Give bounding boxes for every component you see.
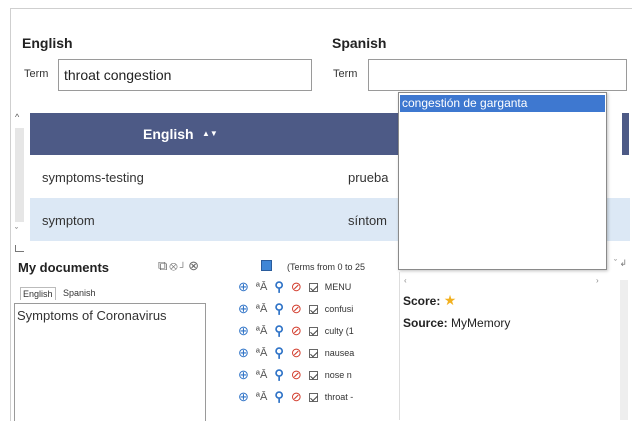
row-english: symptoms-testing bbox=[42, 170, 144, 185]
row-spanish: prueba bbox=[348, 170, 389, 185]
english-title: English bbox=[22, 35, 73, 51]
block-icon[interactable]: ⊘ bbox=[291, 279, 302, 295]
checkbox[interactable] bbox=[308, 282, 318, 292]
tab-spanish[interactable]: Spanish bbox=[63, 288, 96, 298]
term-rows: ⊕ ªĀ ⚲ ⊘ MENU ⊕ ªĀ ⚲ ⊘ confusi ⊕ ªĀ ⚲ ⊘ culty (1 ⊕ ªĀ… bbox=[238, 276, 400, 408]
language-icon[interactable]: ªĀ bbox=[256, 281, 267, 293]
source-value: MyMemory bbox=[451, 316, 511, 330]
autocomplete-dropdown[interactable]: congestión de garganta bbox=[398, 92, 607, 270]
row-spanish: síntom bbox=[348, 213, 388, 228]
source-label: Source: bbox=[403, 316, 448, 330]
resize-handle[interactable] bbox=[15, 245, 24, 252]
checkbox[interactable] bbox=[308, 392, 318, 402]
add-icon[interactable]: ⊕ bbox=[238, 323, 249, 339]
checkbox[interactable] bbox=[308, 370, 318, 380]
save-icon[interactable] bbox=[261, 260, 272, 271]
term-row[interactable]: ⊕ ªĀ ⚲ ⊘ throat - bbox=[238, 386, 400, 408]
spanish-term-input[interactable] bbox=[368, 59, 627, 91]
checkbox[interactable] bbox=[308, 326, 318, 336]
block-icon[interactable]: ⊘ bbox=[291, 323, 302, 339]
search-icon[interactable]: ⚲ bbox=[274, 279, 284, 295]
close-circle-icon[interactable]: ⊗ bbox=[169, 258, 179, 273]
scroll-down-arrow[interactable]: ˇ bbox=[15, 226, 18, 236]
add-icon[interactable]: ⊕ bbox=[238, 301, 249, 317]
add-icon[interactable]: ⊕ bbox=[238, 345, 249, 361]
autocomplete-item[interactable]: congestión de garganta bbox=[400, 95, 605, 112]
spanish-title: Spanish bbox=[332, 35, 387, 51]
scroll-up-arrow[interactable]: ^ bbox=[15, 112, 19, 122]
doc-tools: ⧉⊗┘⊗ bbox=[158, 258, 201, 274]
english-term-label: Term bbox=[24, 68, 49, 80]
checkbox[interactable] bbox=[308, 304, 318, 314]
dropdown-scroll-icon[interactable]: ˇ ↲ bbox=[614, 258, 627, 269]
search-icon[interactable]: ⚲ bbox=[274, 367, 284, 383]
language-icon[interactable]: ªĀ bbox=[256, 391, 267, 403]
term-row[interactable]: ⊕ ªĀ ⚲ ⊘ confusi bbox=[238, 298, 400, 320]
score-label: Score: bbox=[403, 294, 441, 308]
close-circle-icon-2[interactable]: ⊗ bbox=[188, 258, 201, 273]
grid-header-edge bbox=[622, 113, 629, 155]
spanish-term-label: Term bbox=[333, 68, 358, 80]
add-icon[interactable]: ⊕ bbox=[238, 279, 249, 295]
checkbox[interactable] bbox=[308, 348, 318, 358]
detail-scroll-left[interactable]: ‹ bbox=[404, 276, 407, 285]
add-icon[interactable]: ⊕ bbox=[238, 389, 249, 405]
block-icon[interactable]: ⊘ bbox=[291, 367, 302, 383]
language-icon[interactable]: ªĀ bbox=[256, 347, 267, 359]
detail-scroll-right[interactable]: › bbox=[596, 276, 599, 285]
detail-scrollbar[interactable] bbox=[620, 280, 628, 420]
grid-header-english[interactable]: English bbox=[143, 126, 194, 142]
terms-range: (Terms from 0 to 25 bbox=[287, 262, 366, 272]
term-row[interactable]: ⊕ ªĀ ⚲ ⊘ culty (1 bbox=[238, 320, 400, 342]
english-term-input[interactable]: throat congestion bbox=[58, 59, 312, 91]
language-icon[interactable]: ªĀ bbox=[256, 325, 267, 337]
search-icon[interactable]: ⚲ bbox=[274, 301, 284, 317]
sort-icon[interactable]: ▲▼ bbox=[202, 129, 218, 138]
dock-icon[interactable]: ┘ bbox=[180, 262, 188, 272]
block-icon[interactable]: ⊘ bbox=[291, 301, 302, 317]
grid-header[interactable]: English ▲▼ bbox=[30, 113, 430, 155]
term-row[interactable]: ⊕ ªĀ ⚲ ⊘ MENU bbox=[238, 276, 400, 298]
document-list[interactable]: Symptoms of Coronavirus bbox=[14, 303, 206, 421]
my-documents-title: My documents bbox=[18, 260, 110, 275]
term-row[interactable]: ⊕ ªĀ ⚲ ⊘ nausea bbox=[238, 342, 400, 364]
block-icon[interactable]: ⊘ bbox=[291, 389, 302, 405]
grid-scrollbar[interactable] bbox=[15, 128, 24, 222]
language-icon[interactable]: ªĀ bbox=[256, 369, 267, 381]
search-icon[interactable]: ⚲ bbox=[274, 389, 284, 405]
term-row[interactable]: ⊕ ªĀ ⚲ ⊘ nose n bbox=[238, 364, 400, 386]
document-item[interactable]: Symptoms of Coronavirus bbox=[15, 304, 205, 327]
star-icon: ★ bbox=[443, 292, 457, 308]
detail-panel: ‹ › Score: ★ Source: MyMemory bbox=[399, 272, 624, 420]
block-icon[interactable]: ⊘ bbox=[291, 345, 302, 361]
window-icon[interactable]: ⧉ bbox=[158, 258, 169, 273]
search-icon[interactable]: ⚲ bbox=[274, 345, 284, 361]
row-english: symptom bbox=[42, 213, 95, 228]
tab-english[interactable]: English bbox=[20, 287, 56, 300]
language-icon[interactable]: ªĀ bbox=[256, 303, 267, 315]
add-icon[interactable]: ⊕ bbox=[238, 367, 249, 383]
search-icon[interactable]: ⚲ bbox=[274, 323, 284, 339]
